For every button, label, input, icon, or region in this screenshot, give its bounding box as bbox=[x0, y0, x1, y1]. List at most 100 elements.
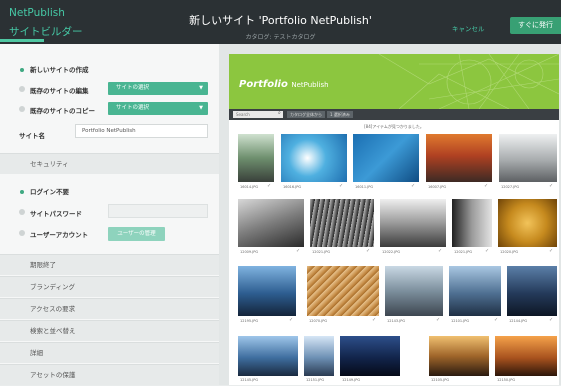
thumbnail-caption: 12105.JPG bbox=[431, 378, 450, 382]
check-icon[interactable]: ✓ bbox=[438, 248, 442, 254]
chevron-down-icon: ▼ bbox=[199, 105, 203, 111]
thumbnail-image[interactable] bbox=[340, 336, 400, 376]
check-icon[interactable]: ✓ bbox=[494, 317, 498, 323]
copy-site-select[interactable]: サイトの選択 ▼ bbox=[108, 102, 208, 115]
selected-button[interactable]: 1 選択済み bbox=[327, 111, 353, 118]
chevron-down-icon: ▼ bbox=[199, 85, 203, 91]
thumbnail-caption: 16014.JPG bbox=[240, 185, 259, 189]
thumbnail-caption: 12151.JPG bbox=[306, 378, 325, 382]
preview-toolbar: Search ⌕ カタログ全体から 1 選択済み bbox=[229, 109, 559, 120]
option-copy-site[interactable]: 既存のサイトのコピー bbox=[30, 105, 95, 115]
thumbnail-caption: 16011.JPG bbox=[355, 185, 374, 189]
check-icon[interactable]: ✓ bbox=[267, 183, 271, 189]
thumbnail-image[interactable] bbox=[238, 134, 274, 182]
thumbnail-caption: 12021.JPG bbox=[454, 250, 473, 254]
section-details[interactable]: 詳細 bbox=[0, 342, 219, 363]
thumbnail-caption: 12021.JPG bbox=[312, 250, 331, 254]
thumbnail-image[interactable] bbox=[495, 336, 557, 376]
check-icon[interactable]: ✓ bbox=[484, 183, 488, 189]
radio-site-password[interactable] bbox=[19, 209, 25, 215]
thumbnail-caption: 12070.JPG bbox=[309, 319, 328, 323]
radio-user-account[interactable] bbox=[19, 230, 25, 236]
thumbnail-caption: 12195.JPG bbox=[240, 319, 259, 323]
thumbnail-caption: 12145.JPG bbox=[240, 378, 259, 382]
thumbnail-caption: 12027.JPG bbox=[501, 185, 520, 189]
thumbnail-image[interactable] bbox=[238, 336, 298, 376]
site-name-label: サイト名 bbox=[19, 132, 45, 140]
thumbnail-image[interactable] bbox=[304, 336, 334, 376]
site-password-input[interactable] bbox=[108, 204, 208, 218]
section-expiration[interactable]: 期限終了 bbox=[0, 254, 219, 275]
preview-search-input[interactable]: Search bbox=[233, 111, 283, 118]
thumbnail-image[interactable] bbox=[380, 199, 446, 247]
radio-new-site[interactable] bbox=[20, 68, 24, 72]
check-icon[interactable]: ✓ bbox=[411, 183, 415, 189]
manage-users-button[interactable]: ユーザーの管理 bbox=[108, 227, 165, 241]
thumbnail-image[interactable] bbox=[310, 199, 374, 247]
thumbnail-caption: 12149.JPG bbox=[342, 378, 361, 382]
option-new-site[interactable]: 新しいサイトの作成 bbox=[30, 64, 89, 74]
section-security[interactable]: セキュリティ bbox=[0, 153, 219, 174]
thumbnail-image[interactable] bbox=[426, 134, 492, 182]
search-icon[interactable]: ⌕ bbox=[278, 110, 281, 116]
thumbnail-image[interactable] bbox=[498, 199, 557, 247]
radio-no-login[interactable] bbox=[20, 190, 24, 194]
app-header: NetPublish サイトビルダー 新しいサイト 'Portfolio Net… bbox=[0, 0, 561, 44]
logo-main-text: Portfolio bbox=[239, 79, 288, 90]
section-asset-protection[interactable]: アセットの保護 bbox=[0, 364, 219, 385]
thumbnail-caption: 12150.JPG bbox=[497, 378, 516, 382]
check-icon[interactable]: ✓ bbox=[549, 248, 553, 254]
preview-banner: Portfolio NetPublish bbox=[229, 54, 559, 109]
thumbnail-caption: 12101.JPG bbox=[451, 319, 470, 323]
site-preview-pane: Portfolio NetPublish Search ⌕ カタログ全体から 1… bbox=[219, 44, 561, 385]
thumbnail-caption: 16016.JPG bbox=[283, 185, 302, 189]
thumbnail-image[interactable] bbox=[429, 336, 489, 376]
radio-copy-site[interactable] bbox=[19, 106, 25, 112]
check-icon[interactable]: ✓ bbox=[289, 317, 293, 323]
results-count: [84]アイテムが見つかりました。 bbox=[364, 124, 424, 129]
section-access-request[interactable]: アクセスの要求 bbox=[0, 298, 219, 319]
cancel-button[interactable]: キャンセル bbox=[452, 23, 485, 33]
radio-edit-site[interactable] bbox=[19, 86, 25, 92]
site-preview: Portfolio NetPublish Search ⌕ カタログ全体から 1… bbox=[229, 54, 559, 385]
thumbnail-caption: 12022.JPG bbox=[382, 250, 401, 254]
brand-accent-bar bbox=[0, 39, 44, 42]
copy-site-select-label: サイトの選択 bbox=[116, 105, 150, 111]
thumbnail-image[interactable] bbox=[452, 199, 492, 247]
check-icon[interactable]: ✓ bbox=[436, 317, 440, 323]
thumbnail-image[interactable] bbox=[281, 134, 347, 182]
thumbnail-image[interactable] bbox=[353, 134, 419, 182]
check-icon[interactable]: ✓ bbox=[372, 317, 376, 323]
logo-sub-text: NetPublish bbox=[291, 81, 329, 89]
section-search-sort[interactable]: 検索と並べ替え bbox=[0, 320, 219, 341]
thumbnail-image[interactable] bbox=[238, 199, 304, 247]
section-branding[interactable]: ブランディング bbox=[0, 276, 219, 297]
option-no-login[interactable]: ログイン不要 bbox=[30, 186, 69, 196]
thumbnail-image[interactable] bbox=[449, 266, 501, 316]
check-icon[interactable]: ✓ bbox=[549, 183, 553, 189]
thumbnail-image[interactable] bbox=[385, 266, 443, 316]
edit-site-select[interactable]: サイトの選択 ▼ bbox=[108, 82, 208, 95]
publish-now-button[interactable]: すぐに発行 bbox=[510, 17, 561, 34]
thumbnail-caption: 12143.JPG bbox=[387, 319, 406, 323]
thumbnail-image[interactable] bbox=[507, 266, 557, 316]
edit-site-select-label: サイトの選択 bbox=[116, 85, 150, 91]
thumbnail-image[interactable] bbox=[307, 266, 379, 316]
check-icon[interactable]: ✓ bbox=[296, 248, 300, 254]
option-user-account[interactable]: ユーザーアカウント bbox=[30, 229, 88, 239]
check-icon[interactable]: ✓ bbox=[485, 248, 489, 254]
thumbnail-image[interactable] bbox=[238, 266, 296, 316]
check-icon[interactable]: ✓ bbox=[339, 183, 343, 189]
site-name-input[interactable]: Portfolio NetPublish bbox=[75, 124, 208, 138]
thumbnail-caption: 12144.JPG bbox=[509, 319, 528, 323]
check-icon[interactable]: ✓ bbox=[366, 248, 370, 254]
check-icon[interactable]: ✓ bbox=[549, 317, 553, 323]
thumbnail-image[interactable] bbox=[499, 134, 557, 182]
option-edit-site[interactable]: 既存のサイトの編集 bbox=[30, 85, 89, 95]
catalog-subtitle: カタログ: テストカタログ bbox=[245, 34, 316, 41]
scope-button[interactable]: カタログ全体から bbox=[287, 111, 325, 118]
option-site-password[interactable]: サイトパスワード bbox=[30, 208, 82, 218]
thumbnail-caption: 12020.JPG bbox=[500, 250, 519, 254]
preview-logo: Portfolio NetPublish bbox=[239, 79, 329, 90]
thumbnail-caption: 16007.JPG bbox=[428, 185, 447, 189]
